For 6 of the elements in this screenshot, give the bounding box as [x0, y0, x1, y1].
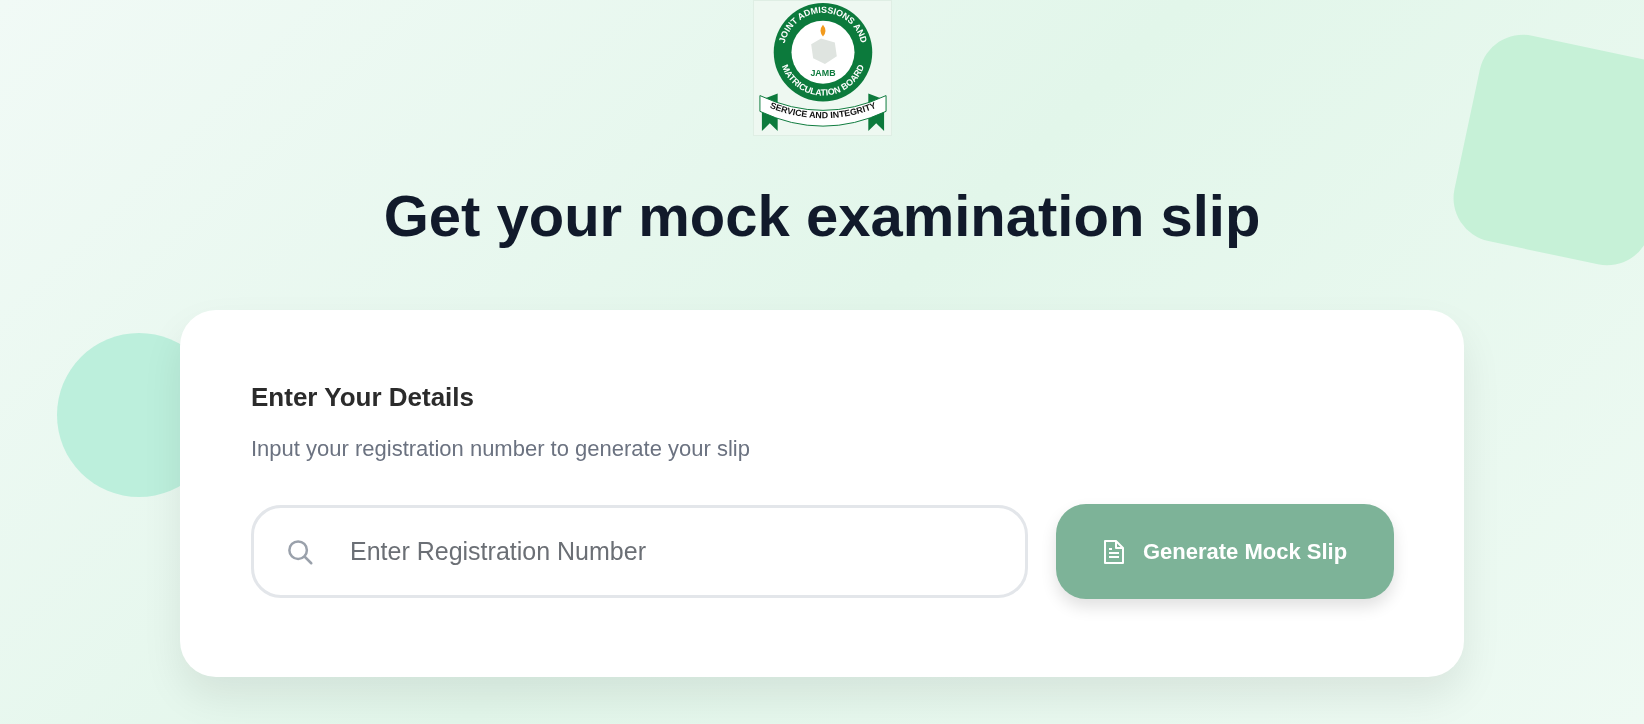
card-title: Enter Your Details [251, 381, 475, 414]
card-subtitle: Input your registration number to generate your slip [251, 435, 751, 463]
document-icon [1102, 538, 1125, 565]
search-icon [285, 537, 315, 567]
registration-number-field[interactable]: Enter Registration Number [251, 505, 1028, 598]
page-heading: Get your mock examination slip [383, 182, 1261, 250]
